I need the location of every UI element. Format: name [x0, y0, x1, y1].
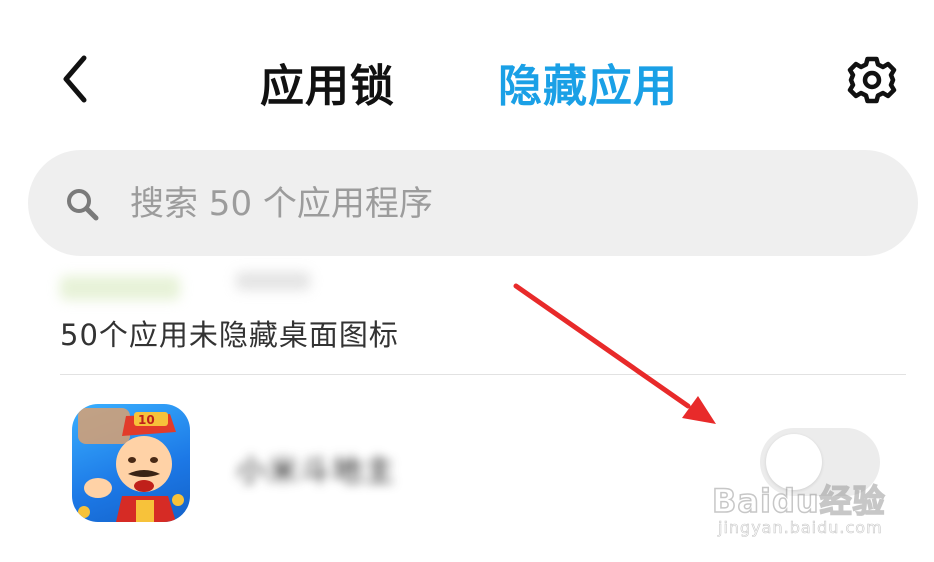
- tab-app-lock[interactable]: 应用锁: [260, 50, 395, 114]
- blurred-list-item: [60, 270, 320, 300]
- section-header: 50个应用未隐藏桌面图标: [60, 318, 399, 352]
- gear-icon: [847, 56, 897, 104]
- search-input[interactable]: [128, 178, 872, 230]
- back-button[interactable]: [56, 52, 96, 106]
- divider: [60, 374, 906, 375]
- watermark-url: jingyan.baidu.com: [718, 518, 883, 538]
- app-name: 小米斗地主: [236, 454, 396, 489]
- baidu-watermark: Baidu经验 jingyan.baidu.com: [711, 476, 912, 546]
- search-bar[interactable]: [28, 150, 918, 256]
- chevron-left-icon: [63, 55, 87, 103]
- search-icon: [67, 189, 99, 221]
- svg-text:10: 10: [138, 413, 155, 427]
- watermark-logo: Baidu经验: [711, 481, 886, 521]
- hide-apps-screen: 应用锁 隐藏应用 50个应用未隐藏桌面图标: [0, 0, 934, 562]
- settings-button[interactable]: [846, 54, 898, 106]
- app-game-icon: 10: [72, 404, 190, 522]
- tab-hide-apps[interactable]: 隐藏应用: [498, 50, 678, 114]
